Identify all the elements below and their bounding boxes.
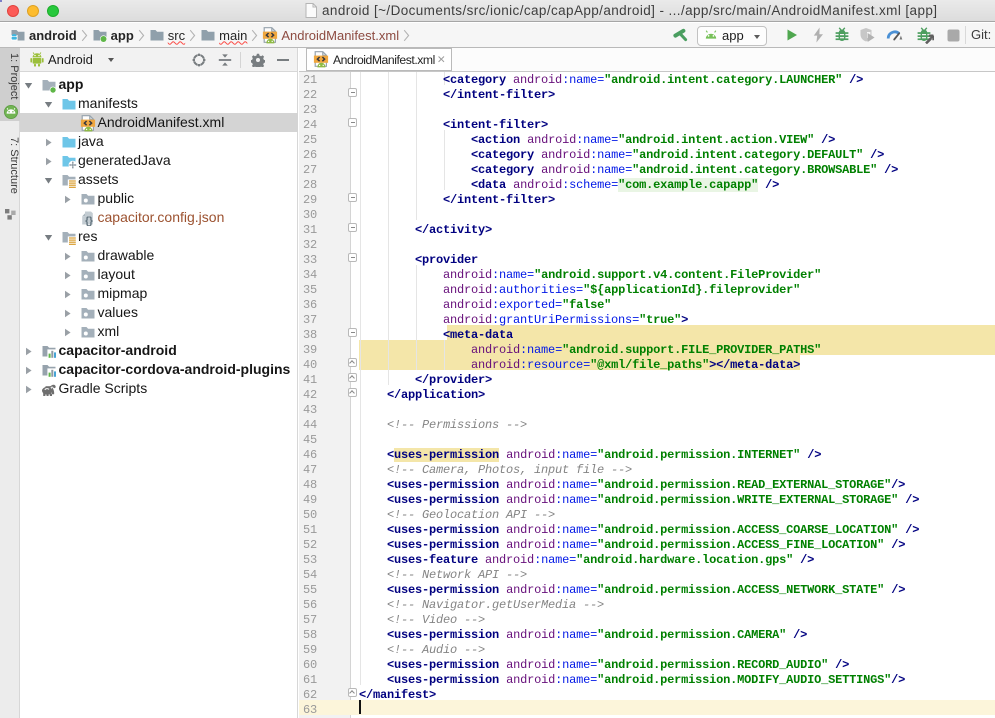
svg-text:{}: {} — [85, 216, 93, 226]
